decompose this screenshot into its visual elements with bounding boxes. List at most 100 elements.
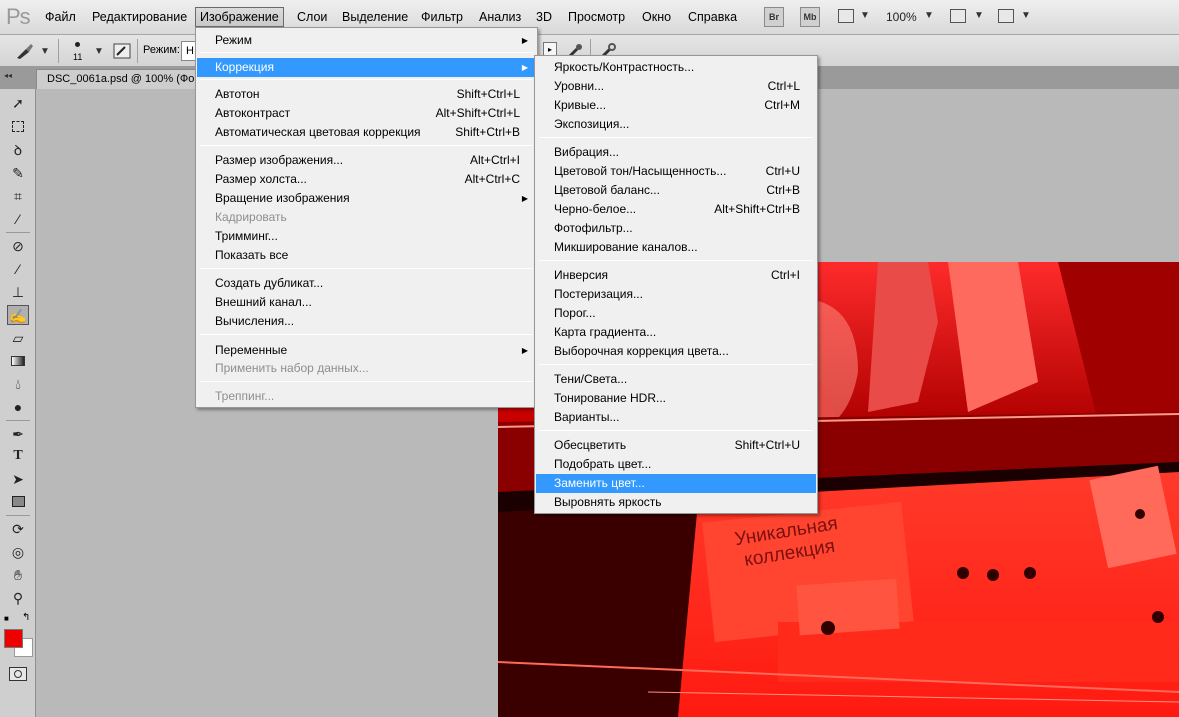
menu-item-color-balance[interactable]: Цветовой баланс... Ctrl+B bbox=[536, 181, 816, 200]
menu-item-crop: Кадрировать bbox=[215, 210, 287, 224]
dodge-icon[interactable]: ● bbox=[7, 397, 29, 417]
zoom-level[interactable]: 100% bbox=[886, 10, 917, 24]
menu-item-exposure[interactable]: Экспозиция... bbox=[536, 115, 816, 134]
history-brush-icon[interactable] bbox=[14, 41, 36, 61]
submenu-arrow-icon: ▶ bbox=[521, 36, 528, 45]
eraser-icon[interactable]: ▱ bbox=[7, 328, 29, 348]
history-brush-icon[interactable]: ✍ bbox=[7, 305, 29, 325]
menu-item-replace-color[interactable]: Заменить цвет... bbox=[536, 474, 816, 493]
menu-item-threshold[interactable]: Порог... bbox=[536, 304, 816, 323]
chevron-down-icon[interactable]: ▼ bbox=[924, 10, 934, 21]
menu-item-invert[interactable]: Инверсия Ctrl+I bbox=[536, 266, 816, 285]
crop-icon[interactable]: ⌗ bbox=[7, 186, 29, 206]
divider bbox=[200, 334, 533, 335]
menu-item-match-color[interactable]: Подобрать цвет... bbox=[536, 455, 816, 474]
menu-item-variables[interactable]: Переменные ▶ bbox=[197, 341, 536, 360]
arrange-documents-icon[interactable] bbox=[950, 9, 966, 23]
brush-icon[interactable]: ⁄ bbox=[7, 259, 29, 279]
brush-panel-icon[interactable] bbox=[113, 43, 131, 59]
divider bbox=[200, 52, 533, 53]
collapse-arrows-icon[interactable]: ◂◂ bbox=[4, 71, 12, 80]
swap-colors-icon[interactable]: ↰ bbox=[22, 612, 30, 623]
menu-view[interactable]: Просмотр bbox=[564, 7, 629, 27]
menu-item-mode[interactable]: Режим ▶ bbox=[197, 31, 536, 50]
menu-item-brightness-contrast[interactable]: Яркость/Контрастность... bbox=[536, 58, 816, 77]
path-selection-icon[interactable]: ➤ bbox=[7, 469, 29, 489]
menu-3d[interactable]: 3D bbox=[532, 7, 556, 27]
menu-item-channel-mixer[interactable]: Микширование каналов... bbox=[536, 238, 816, 257]
menu-select[interactable]: Выделение bbox=[338, 7, 412, 27]
menu-item-calculations[interactable]: Вычисления... bbox=[197, 312, 536, 331]
menu-item-auto-tone[interactable]: Автотон Shift+Ctrl+L bbox=[197, 85, 536, 104]
screen-mode-icon[interactable] bbox=[998, 9, 1014, 23]
menu-item-gradient-map[interactable]: Карта градиента... bbox=[536, 323, 816, 342]
lasso-icon[interactable]: ꝺ bbox=[7, 140, 29, 160]
menu-item-shadows-highlights[interactable]: Тени/Света... bbox=[536, 370, 816, 389]
document-tab[interactable]: DSC_0061a.psd @ 100% (Фо bbox=[36, 69, 206, 89]
menu-item-variations[interactable]: Варианты... bbox=[536, 408, 816, 427]
3d-rotate-icon[interactable]: ⟳ bbox=[7, 519, 29, 539]
hand-icon[interactable]: ✋︎ bbox=[7, 565, 29, 585]
extras-icon[interactable] bbox=[838, 9, 854, 23]
bridge-button[interactable]: Br bbox=[764, 7, 784, 27]
chevron-down-icon[interactable]: ▼ bbox=[1021, 10, 1031, 21]
submenu-arrow-icon: ▶ bbox=[521, 194, 528, 203]
menu-filter[interactable]: Фильтр bbox=[417, 7, 467, 27]
menu-item-levels[interactable]: Уровни... Ctrl+L bbox=[536, 77, 816, 96]
menu-item-reveal-all[interactable]: Показать все bbox=[197, 246, 536, 265]
healing-brush-icon[interactable]: ⊘ bbox=[7, 236, 29, 256]
menu-layers[interactable]: Слои bbox=[293, 7, 331, 27]
clone-stamp-icon[interactable]: ⊥ bbox=[7, 282, 29, 302]
image-menu: Режим ▶ Коррекция ▶ Автотон Shift+Ctrl+L Ав… bbox=[195, 27, 538, 408]
submenu-arrow-icon: ▶ bbox=[521, 63, 528, 72]
chevron-down-icon[interactable]: ▼ bbox=[860, 10, 870, 21]
menu-item-curves[interactable]: Кривые... Ctrl+M bbox=[536, 96, 816, 115]
menu-item-trim[interactable]: Тримминг... bbox=[197, 227, 536, 246]
menu-item-photo-filter[interactable]: Фотофильтр... bbox=[536, 219, 816, 238]
menu-item-canvas-size[interactable]: Размер холста... Alt+Ctrl+C bbox=[197, 170, 536, 189]
menu-item-black-white[interactable]: Черно-белое... Alt+Shift+Ctrl+B bbox=[536, 200, 816, 219]
divider bbox=[137, 39, 138, 63]
brush-tip-icon[interactable] bbox=[75, 42, 80, 47]
menu-item-hue-saturation[interactable]: Цветовой тон/Насыщенность... Ctrl+U bbox=[536, 162, 816, 181]
zoom-icon[interactable]: ⚲ bbox=[7, 588, 29, 608]
eyedropper-icon[interactable]: ⁄ bbox=[7, 209, 29, 229]
pen-icon[interactable]: ✒ bbox=[7, 424, 29, 444]
menu-item-vibrance[interactable]: Вибрация... bbox=[536, 143, 816, 162]
menu-item-duplicate[interactable]: Создать дубликат... bbox=[197, 274, 536, 293]
shape-icon[interactable] bbox=[7, 492, 29, 512]
menu-window[interactable]: Окно bbox=[638, 7, 675, 27]
move-icon[interactable]: ➚ bbox=[7, 93, 29, 113]
menu-item-correction[interactable]: Коррекция ▶ bbox=[197, 58, 536, 77]
menu-item-image-rotation[interactable]: Вращение изображения ▶ bbox=[197, 189, 536, 208]
menu-item-hdr-toning[interactable]: Тонирование HDR... bbox=[536, 389, 816, 408]
chevron-down-icon[interactable]: ▼ bbox=[94, 46, 104, 57]
menu-file[interactable]: Файл bbox=[41, 7, 80, 27]
menu-item-auto-contrast[interactable]: Автоконтраст Alt+Shift+Ctrl+L bbox=[197, 104, 536, 123]
marquee-icon[interactable] bbox=[7, 117, 29, 137]
menu-item-desaturate[interactable]: Обесцветить Shift+Ctrl+U bbox=[536, 436, 816, 455]
foreground-color-swatch[interactable] bbox=[4, 629, 23, 648]
menu-item-image-size[interactable]: Размер изображения... Alt+Ctrl+I bbox=[197, 151, 536, 170]
default-colors-icon[interactable]: ■ bbox=[4, 614, 9, 623]
menu-item-auto-color[interactable]: Автоматическая цветовая коррекция Shift+C… bbox=[197, 123, 536, 142]
menu-item-equalize[interactable]: Выровнять яркость bbox=[536, 493, 816, 512]
menu-item-selective-color[interactable]: Выборочная коррекция цвета... bbox=[536, 342, 816, 361]
menu-image[interactable]: Изображение bbox=[195, 7, 284, 27]
menu-item-apply-image[interactable]: Внешний канал... bbox=[197, 293, 536, 312]
mini-bridge-button[interactable]: Mb bbox=[800, 7, 820, 27]
menu-help[interactable]: Справка bbox=[684, 7, 741, 27]
quick-mask-icon[interactable] bbox=[9, 667, 27, 681]
divider bbox=[58, 39, 59, 63]
chevron-down-icon[interactable]: ▼ bbox=[974, 10, 984, 21]
3d-orbit-icon[interactable]: ◎ bbox=[7, 542, 29, 562]
chevron-down-icon[interactable]: ▼ bbox=[40, 46, 50, 57]
gradient-icon[interactable] bbox=[7, 351, 29, 371]
blur-icon[interactable]: 💧︎ bbox=[7, 374, 29, 394]
type-icon[interactable]: T bbox=[7, 446, 29, 466]
menu-edit[interactable]: Редактирование bbox=[88, 7, 191, 27]
quick-selection-icon[interactable]: ✎ bbox=[7, 163, 29, 183]
menu-bar: Ps Файл Редактирование Изображение Слои … bbox=[0, 0, 1179, 35]
menu-item-posterize[interactable]: Постеризация... bbox=[536, 285, 816, 304]
menu-analysis[interactable]: Анализ bbox=[475, 7, 525, 27]
